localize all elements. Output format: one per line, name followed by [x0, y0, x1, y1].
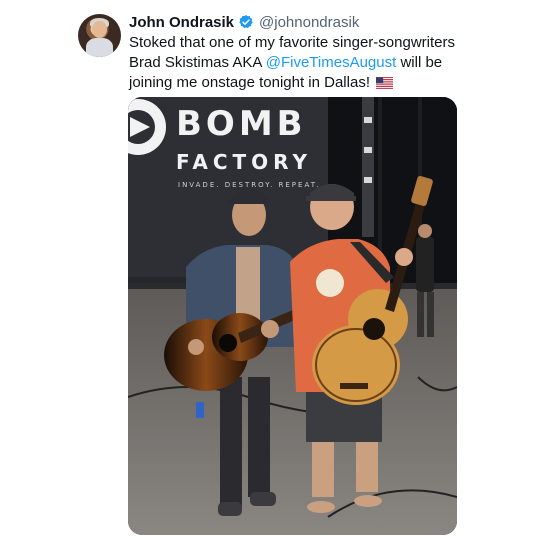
backdrop-tagline: INVADE. DESTROY. REPEAT.	[178, 181, 320, 189]
backdrop-title-2: FACTORY	[176, 150, 312, 174]
tweet-header: John Ondrasik @johnondrasik	[129, 12, 359, 32]
tweet: John Ondrasik @johnondrasik Stoked that …	[0, 0, 560, 560]
photo-scene: BOMB FACTORY INVADE. DESTROY. REPEAT.	[128, 97, 457, 535]
avatar[interactable]	[78, 14, 121, 57]
backdrop-title-1: BOMB	[176, 104, 307, 144]
mention-link[interactable]: @FiveTimesAugust	[266, 54, 397, 71]
tweet-text: Stoked that one of my favorite singer-so…	[129, 33, 469, 93]
verified-badge-icon	[239, 15, 253, 29]
author-name[interactable]: John Ondrasik	[129, 14, 234, 31]
us-flag-icon	[376, 77, 394, 89]
author-handle[interactable]: @johnondrasik	[259, 14, 359, 31]
tweet-photo[interactable]: BOMB FACTORY INVADE. DESTROY. REPEAT.	[128, 97, 457, 535]
